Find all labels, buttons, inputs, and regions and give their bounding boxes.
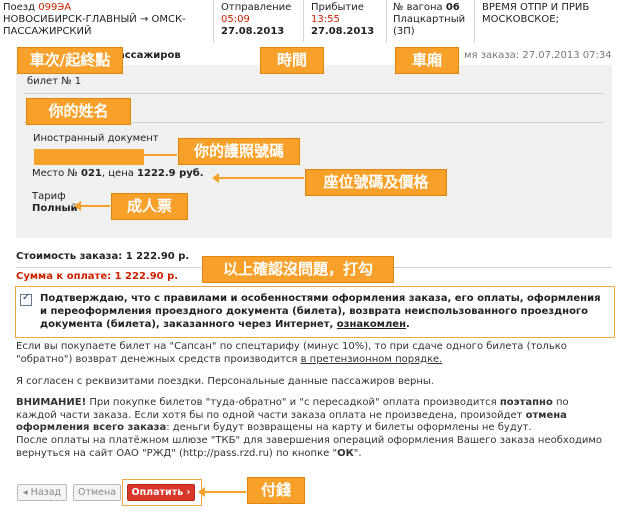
callout-name: 你的姓名 (26, 98, 131, 125)
back-button[interactable]: ◂ Назад (17, 484, 67, 501)
departure-info: Отправление 05:09 27.08.2013 (221, 2, 291, 38)
amount-due: Сумма к оплате: 1 222.90 р. (16, 271, 179, 282)
car-info: № вагона 06 Плацкартный (3П) (393, 2, 465, 38)
terms-link[interactable]: ознакомлен (337, 319, 406, 330)
time-note-line2: МОСКОВСКОЕ; (482, 14, 559, 25)
arrival-time: 13:55 (311, 14, 340, 25)
warning-note: ВНИМАНИЕ! При покупке билетов "туда-обра… (16, 397, 569, 433)
departure-date: 27.08.2013 (221, 26, 285, 37)
train-info: Поезд 099ЭА НОВОСИБИРСК-ГЛАВНЫЙ → ОМСК- … (3, 2, 198, 38)
after-payment-note: После оплаты на платёжном шлюзе "ТКБ" дл… (16, 435, 603, 459)
train-label: Поезд (3, 2, 36, 13)
tariff-label: Тариф (32, 191, 66, 202)
route-line1: НОВОСИБИРСК-ГЛАВНЫЙ → ОМСК- (3, 14, 186, 25)
order-cost: Стоимость заказа: 1 222.90 р. (16, 251, 190, 262)
arrival-info: Прибытие 13:55 27.08.2013 (311, 2, 374, 38)
arrow-icon (74, 201, 110, 211)
tariff-value: Полный (32, 203, 78, 214)
time-note-line1: ВРЕМЯ ОТПР И ПРИБ (482, 2, 590, 13)
passenger-panel: билет № 1 Иностранный документ Место № 0… (16, 65, 612, 238)
header-divider (213, 0, 214, 42)
departure-label: Отправление (221, 2, 292, 13)
terms-checkbox[interactable] (20, 292, 32, 306)
callout-car: 車廂 (395, 47, 459, 74)
callout-seat-price: 座位號碼及價格 (305, 169, 447, 196)
car-type: Плацкартный (393, 14, 466, 25)
document-type: Иностранный документ (33, 133, 159, 144)
header-divider (303, 0, 304, 42)
arrow-icon (198, 487, 246, 497)
sapsan-note: Если вы покупаете билет на "Сапсан" по с… (16, 341, 567, 365)
departure-time: 05:09 (221, 14, 250, 25)
time-note: ВРЕМЯ ОТПР И ПРИБ МОСКОВСКОЕ; (482, 2, 589, 26)
route-line2: ПАССАЖИРСКИЙ (3, 26, 92, 37)
car-class: (3П) (393, 26, 415, 37)
callout-passport: 你的護照號碼 (178, 138, 300, 165)
train-number: 099ЭА (38, 2, 72, 13)
header-divider (386, 0, 387, 42)
header-divider (474, 0, 475, 42)
cancel-button[interactable]: Отмена (73, 484, 121, 501)
callout-time: 時間 (260, 47, 324, 74)
arrow-icon (129, 150, 177, 160)
train-header: Поезд 099ЭА НОВОСИБИРСК-ГЛАВНЫЙ → ОМСК- … (0, 0, 629, 44)
divider (24, 93, 604, 94)
agree-note: Я согласен с реквизитами поездки. Персон… (16, 376, 434, 387)
car-label: № вагона (393, 2, 443, 13)
ticket-number: билет № 1 (27, 76, 82, 87)
callout-confirm: 以上確認沒問題，打勾 (202, 256, 394, 283)
car-number: 06 (445, 2, 460, 13)
pay-button[interactable]: Оплатить › (127, 484, 195, 501)
callout-adult: 成人票 (111, 193, 188, 220)
callout-pay: 付錢 (247, 477, 305, 504)
terms-confirm-box: Подтверждаю, что с правилами и особеннос… (15, 286, 615, 338)
terms-text: Подтверждаю, что с правилами и особеннос… (40, 293, 601, 330)
callout-train-route: 車次/起終點 (17, 47, 123, 74)
passport-number-redacted (34, 149, 144, 165)
arrival-date: 27.08.2013 (311, 26, 375, 37)
order-date: мя заказа: 27.07.2013 07:34 (464, 50, 612, 61)
arrival-label: Прибытие (311, 2, 364, 13)
arrow-icon (212, 173, 304, 183)
claim-procedure-link[interactable]: в претензионном порядке. (301, 354, 443, 365)
passengers-heading: ассажиров (118, 50, 181, 61)
seat-price-line: Место № 021, цена 1222.9 руб. (32, 168, 204, 179)
